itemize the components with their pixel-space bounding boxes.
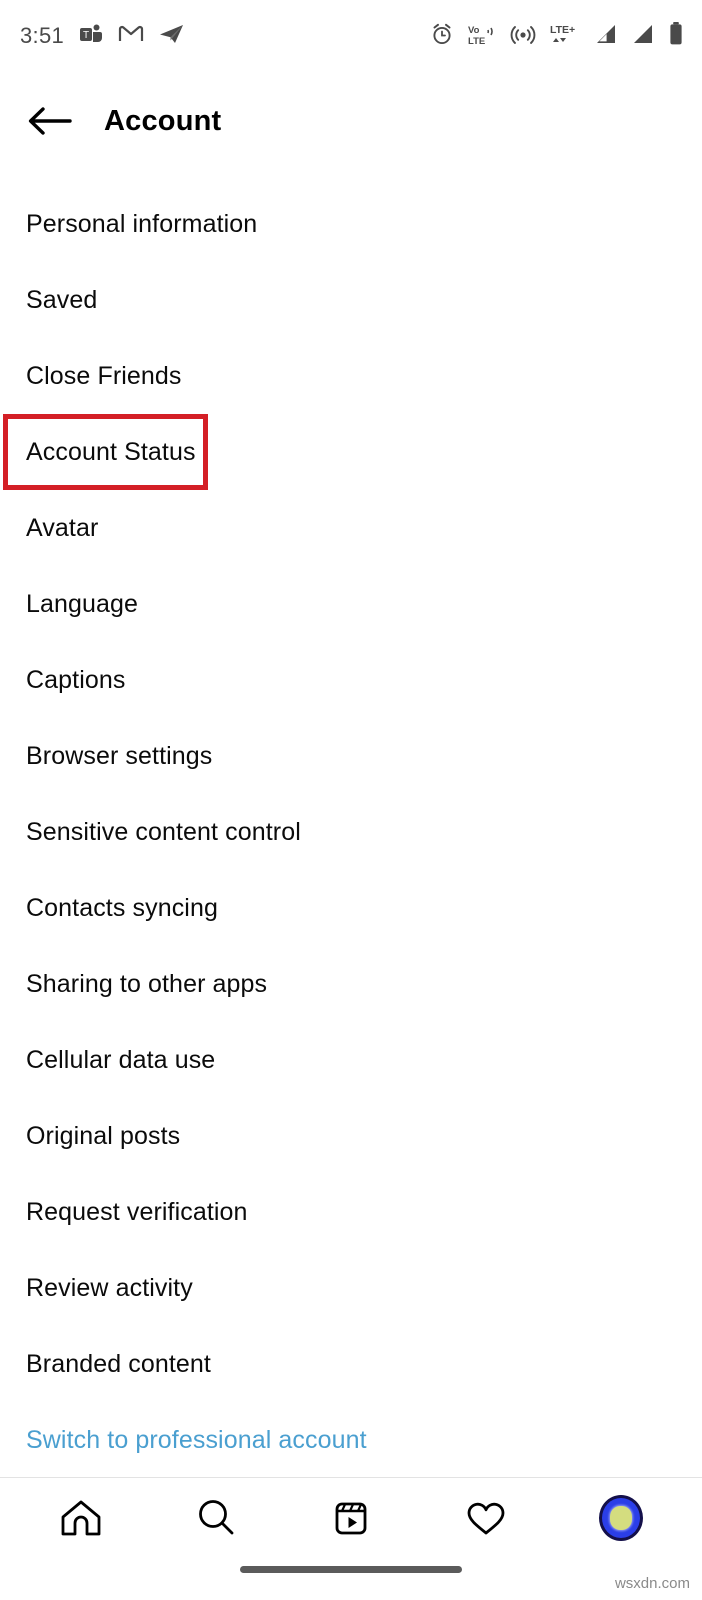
- back-arrow-icon: [28, 107, 72, 135]
- settings-item-label: Contacts syncing: [26, 893, 218, 922]
- svg-text:LTE+: LTE+: [550, 24, 575, 36]
- heart-icon: [467, 1502, 505, 1535]
- settings-item-review-activity[interactable]: Review activity: [0, 1250, 702, 1326]
- reels-icon: [335, 1502, 367, 1535]
- settings-item-original-posts[interactable]: Original posts: [0, 1098, 702, 1174]
- settings-item-sensitive-content-control[interactable]: Sensitive content control: [0, 794, 702, 870]
- settings-item-branded-content[interactable]: Branded content: [0, 1326, 702, 1402]
- settings-item-personal-information[interactable]: Personal information: [0, 186, 702, 262]
- settings-item-cellular-data-use[interactable]: Cellular data use: [0, 1022, 702, 1098]
- settings-list: Personal information Saved Close Friends Ac…: [0, 186, 702, 1478]
- telegram-icon: [158, 21, 185, 52]
- home-icon: [61, 1500, 101, 1536]
- settings-item-contacts-syncing[interactable]: Contacts syncing: [0, 870, 702, 946]
- settings-item-saved[interactable]: Saved: [0, 262, 702, 338]
- microsoft-teams-icon: T: [78, 21, 104, 52]
- battery-icon: [668, 21, 684, 52]
- hotspot-icon: [510, 22, 536, 51]
- back-button[interactable]: [18, 104, 82, 138]
- avatar[interactable]: [598, 1495, 643, 1541]
- settings-item-label: Sharing to other apps: [26, 969, 268, 998]
- status-bar-left: 3:51 T: [20, 21, 185, 52]
- gmail-icon: [118, 21, 144, 52]
- settings-item-close-friends[interactable]: Close Friends: [0, 338, 702, 414]
- settings-item-switch-to-professional-account[interactable]: Switch to professional account: [0, 1402, 702, 1478]
- svg-text:T: T: [83, 30, 89, 41]
- signal-bars-sim2-icon: [631, 22, 655, 51]
- status-bar: 3:51 T Vo LTE LTE+: [0, 0, 702, 72]
- app-header: Account: [0, 72, 702, 170]
- settings-item-label: Switch to professional account: [26, 1425, 367, 1454]
- nav-reels-button[interactable]: [309, 1483, 393, 1553]
- nav-search-button[interactable]: [174, 1483, 258, 1553]
- search-icon: [199, 1500, 234, 1535]
- nav-profile-button[interactable]: [579, 1483, 663, 1553]
- settings-item-label: Account Status: [26, 437, 196, 466]
- page-title: Account: [104, 104, 222, 137]
- bottom-nav-row: [0, 1478, 702, 1558]
- alarm-clock-icon: [430, 22, 454, 51]
- settings-item-label: Branded content: [26, 1349, 211, 1378]
- settings-item-label: Close Friends: [26, 361, 182, 390]
- gesture-navigation-bar[interactable]: [240, 1566, 462, 1573]
- lte-plus-icon: LTE+: [549, 22, 581, 51]
- settings-item-avatar[interactable]: Avatar: [0, 490, 702, 566]
- settings-item-label: Sensitive content control: [26, 817, 301, 846]
- svg-text:LTE: LTE: [468, 36, 485, 46]
- settings-item-label: Browser settings: [26, 741, 213, 770]
- settings-item-language[interactable]: Language: [0, 566, 702, 642]
- settings-item-request-verification[interactable]: Request verification: [0, 1174, 702, 1250]
- status-time: 3:51: [20, 23, 65, 48]
- settings-item-label: Review activity: [26, 1273, 193, 1302]
- settings-item-label: Personal information: [26, 209, 258, 238]
- settings-item-label: Avatar: [26, 513, 99, 542]
- volte-icon: Vo LTE: [467, 22, 497, 51]
- signal-bars-sim1-icon: [594, 22, 618, 51]
- bottom-navigation-bar: wsxdn.com: [0, 1477, 702, 1600]
- settings-item-label: Request verification: [26, 1197, 248, 1226]
- svg-text:Vo: Vo: [468, 25, 480, 36]
- settings-item-account-status[interactable]: Account Status: [3, 414, 208, 490]
- watermark: wsxdn.com: [614, 1575, 690, 1592]
- settings-item-captions[interactable]: Captions: [0, 642, 702, 718]
- settings-item-label: Cellular data use: [26, 1045, 216, 1074]
- settings-item-label: Language: [26, 589, 139, 618]
- nav-home-button[interactable]: [39, 1483, 123, 1553]
- settings-item-sharing-to-other-apps[interactable]: Sharing to other apps: [0, 946, 702, 1022]
- settings-item-label: Captions: [26, 665, 126, 694]
- settings-item-label: Original posts: [26, 1121, 181, 1150]
- settings-item-label: Saved: [26, 285, 98, 314]
- nav-activity-button[interactable]: [444, 1483, 528, 1553]
- status-bar-right: Vo LTE LTE+: [430, 21, 684, 52]
- settings-item-browser-settings[interactable]: Browser settings: [0, 718, 702, 794]
